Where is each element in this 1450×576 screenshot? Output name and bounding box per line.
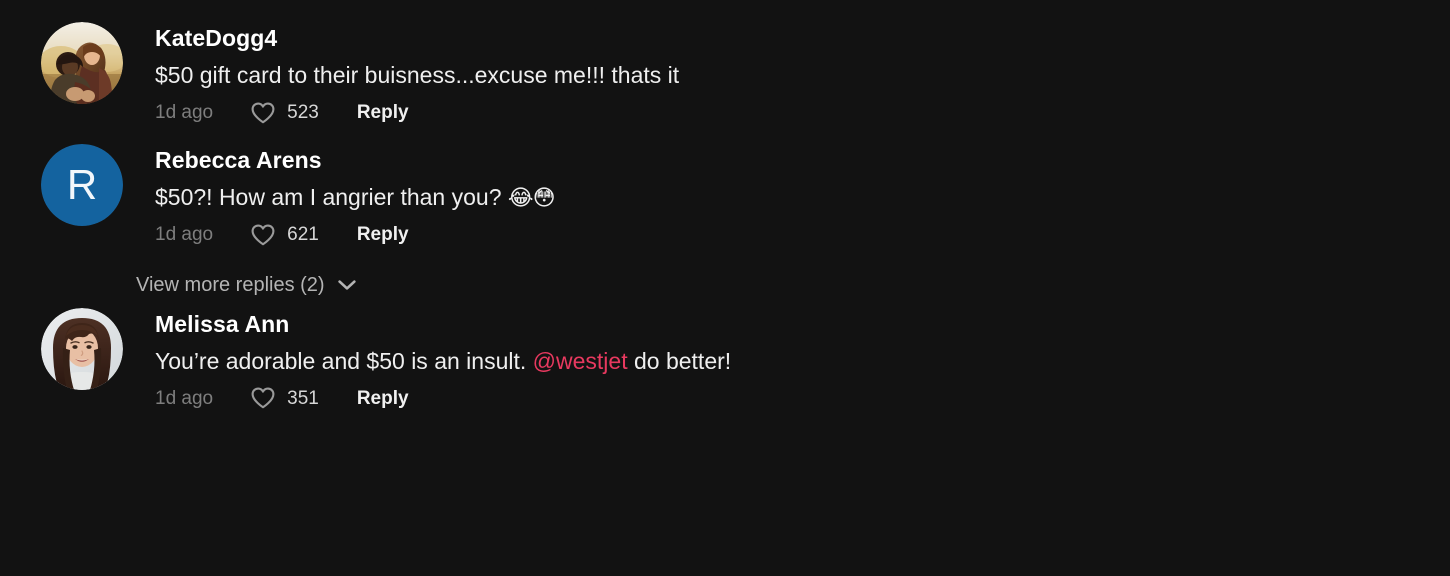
comment-timestamp: 1d ago xyxy=(155,224,214,246)
comment-body: KateDogg4 $50 gift card to their buisnes… xyxy=(123,22,1450,125)
comment-text-tail: do better! xyxy=(627,347,732,374)
reply-button[interactable]: Reply xyxy=(357,389,409,408)
heart-icon[interactable] xyxy=(250,101,276,125)
view-more-replies-button[interactable]: View more replies (2) xyxy=(0,244,357,295)
reply-button[interactable]: Reply xyxy=(357,225,409,244)
comment-meta-row: 1d ago 351 Reply xyxy=(155,377,1450,410)
comment-username[interactable]: Melissa Ann xyxy=(155,310,1450,339)
comment-username[interactable]: KateDogg4 xyxy=(155,24,1450,53)
reply-button[interactable]: Reply xyxy=(357,103,409,122)
comment-item: R Rebecca Arens $50?! How am I angrier t… xyxy=(0,122,1450,247)
comment-emoji: 😂😳 xyxy=(507,185,556,211)
comment-text: You’re adorable and $50 is an insult. @w… xyxy=(155,339,1450,378)
comment-timestamp: 1d ago xyxy=(155,102,214,124)
comment-list: KateDogg4 $50 gift card to their buisnes… xyxy=(0,0,1450,576)
avatar[interactable] xyxy=(41,22,123,104)
comment-username[interactable]: Rebecca Arens xyxy=(155,146,1450,175)
heart-icon[interactable] xyxy=(250,223,276,247)
comment-text-main: You’re adorable and $50 is an insult. xyxy=(155,347,533,374)
comment-text-main: $50 gift card to their buisness...excuse… xyxy=(155,61,680,88)
like-count: 351 xyxy=(287,387,319,409)
view-more-replies-label: View more replies (2) xyxy=(136,273,325,296)
comment-text-main: $50?! How am I angrier than you? xyxy=(155,183,508,210)
comment-meta-row: 1d ago 523 Reply xyxy=(155,92,1450,125)
avatar-initial: R xyxy=(41,143,123,226)
comment-meta-row: 1d ago 621 Reply xyxy=(155,214,1450,247)
like-count: 621 xyxy=(287,224,319,246)
like-group[interactable]: 621 xyxy=(250,223,319,247)
mention-link[interactable]: @westjet xyxy=(533,348,628,374)
comment-item: Melissa Ann You’re adorable and $50 is a… xyxy=(0,295,1450,410)
comment-item: KateDogg4 $50 gift card to their buisnes… xyxy=(0,0,1450,125)
comment-text: $50?! How am I angrier than you? 😂😳 xyxy=(155,175,1450,214)
comment-text: $50 gift card to their buisness...excuse… xyxy=(155,53,1450,92)
comment-body: Melissa Ann You’re adorable and $50 is a… xyxy=(123,308,1450,410)
comment-body: Rebecca Arens $50?! How am I angrier tha… xyxy=(123,144,1450,247)
avatar-photo-kate xyxy=(41,22,123,104)
like-count: 523 xyxy=(287,102,319,124)
chevron-down-icon[interactable] xyxy=(337,278,357,292)
comment-timestamp: 1d ago xyxy=(155,387,214,409)
avatar[interactable] xyxy=(41,307,123,390)
avatar-photo-melissa xyxy=(41,307,123,390)
avatar[interactable]: R xyxy=(41,143,123,226)
heart-icon[interactable] xyxy=(250,386,276,410)
like-group[interactable]: 523 xyxy=(250,101,319,125)
like-group[interactable]: 351 xyxy=(250,386,319,410)
